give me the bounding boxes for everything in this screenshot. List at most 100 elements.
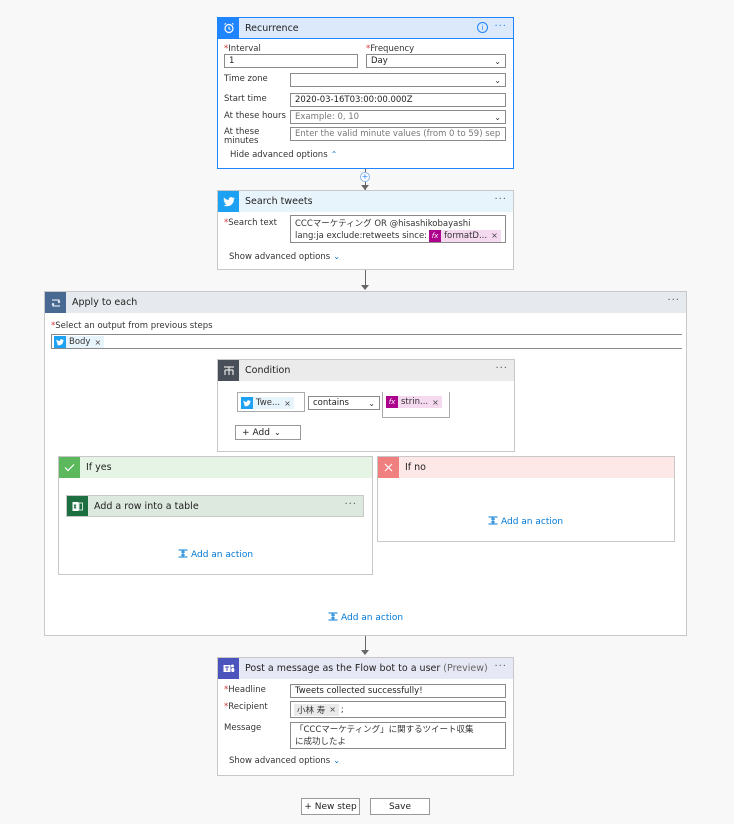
hours-select[interactable]: Example: 0, 10 ⌄: [290, 110, 506, 124]
condition-header[interactable]: Condition ···: [218, 360, 514, 381]
remove-token-icon[interactable]: ×: [329, 705, 336, 714]
if-no-header[interactable]: If no: [378, 457, 674, 478]
if-no-add-action-link[interactable]: Add an action: [488, 516, 563, 528]
select-output-input[interactable]: Body ×: [51, 334, 682, 349]
more-options-icon[interactable]: ···: [667, 295, 680, 306]
twitter-icon: [54, 336, 66, 348]
tweet-text-token[interactable]: Twe... ×: [241, 397, 294, 409]
hours-label: At these hours: [224, 111, 286, 121]
body-token[interactable]: Body ×: [54, 336, 105, 348]
recipient-token[interactable]: 小林 寿 ×: [294, 703, 339, 716]
search-text-line-1: CCCマーケティング OR @hisashikobayashi: [295, 219, 471, 229]
chevron-down-icon: ⌄: [273, 428, 281, 437]
insert-step-icon[interactable]: +: [360, 172, 370, 182]
recipient-input[interactable]: 小林 寿 × ;: [290, 701, 506, 718]
expression-token[interactable]: fx formatD... ×: [429, 230, 501, 242]
apply-to-each-title: Apply to each: [72, 297, 138, 308]
headline-label: *Headline: [224, 685, 266, 695]
chevron-down-icon: ⌄: [333, 252, 340, 261]
start-time-input[interactable]: 2020-03-16T03:00:00.000Z: [290, 93, 506, 107]
if-yes-title: If yes: [86, 462, 112, 473]
connector-arrow: [361, 650, 369, 655]
condition-left-operand[interactable]: Twe... ×: [237, 392, 305, 412]
timezone-label: Time zone: [224, 74, 268, 84]
save-button[interactable]: Save: [370, 798, 430, 815]
loop-icon: [45, 292, 66, 313]
show-advanced-options-link[interactable]: Show advanced options ⌄: [229, 252, 340, 262]
minutes-label: At these minutes: [224, 127, 260, 146]
chevron-down-icon: ⌄: [333, 756, 340, 765]
headline-input[interactable]: Tweets collected successfully!: [290, 684, 506, 698]
apply-each-add-action-link[interactable]: Add an action: [328, 612, 403, 624]
more-options-icon[interactable]: ···: [344, 499, 357, 510]
chevron-down-icon: ⌄: [494, 57, 501, 66]
start-time-label: Start time: [224, 94, 267, 104]
recurrence-header[interactable]: Recurrence i ···: [218, 17, 513, 39]
remove-token-icon[interactable]: ×: [491, 230, 498, 242]
add-action-icon: [488, 516, 498, 528]
condition-title: Condition: [245, 365, 291, 376]
remove-token-icon[interactable]: ×: [284, 399, 291, 408]
teams-post-title: Post a message as the Flow bot to a user…: [245, 663, 488, 674]
chevron-down-icon: ⌄: [494, 76, 501, 85]
info-icon[interactable]: i: [477, 22, 488, 33]
show-advanced-options-link[interactable]: Show advanced options ⌄: [229, 756, 340, 766]
remove-token-icon[interactable]: ×: [94, 338, 101, 347]
plus-icon: +: [242, 427, 250, 438]
search-tweets-header[interactable]: Search tweets ···: [218, 191, 513, 212]
twitter-icon: [241, 397, 253, 409]
add-row-card: Add a row into a table ···: [66, 495, 364, 517]
if-no-branch: If no Add an action: [377, 456, 675, 542]
message-label: Message: [224, 723, 262, 733]
condition-operator-select[interactable]: contains ⌄: [308, 396, 380, 410]
search-text-label: *Search text: [224, 218, 277, 228]
add-row-header[interactable]: Add a row into a table ···: [67, 496, 363, 516]
if-yes-add-action-link[interactable]: Add an action: [178, 549, 253, 561]
add-action-icon: [328, 612, 338, 624]
chevron-down-icon: ⌄: [368, 399, 375, 408]
close-icon: [378, 457, 399, 478]
search-tweets-title: Search tweets: [245, 196, 313, 207]
minutes-input[interactable]: Enter the valid minute values (from 0 to…: [290, 127, 506, 141]
frequency-label: *Frequency: [366, 44, 415, 54]
apply-to-each-header[interactable]: Apply to each ···: [45, 292, 686, 313]
string-expression-token[interactable]: fx strin... ×: [386, 396, 442, 408]
add-row-title: Add a row into a table: [94, 500, 199, 512]
more-options-icon[interactable]: ···: [494, 194, 507, 205]
recurrence-card: Recurrence i ··· *Interval 1 *Frequency …: [217, 17, 514, 169]
twitter-icon: [218, 191, 239, 212]
excel-icon: [67, 496, 88, 516]
select-output-label: *Select an output from previous steps: [51, 321, 213, 331]
remove-token-icon[interactable]: ×: [432, 398, 439, 407]
more-options-icon[interactable]: ···: [495, 363, 508, 374]
add-condition-button[interactable]: + Add ⌄: [235, 425, 301, 440]
teams-post-header[interactable]: Post a message as the Flow bot to a user…: [218, 658, 513, 679]
timezone-select[interactable]: ⌄: [290, 73, 506, 87]
recipient-label: *Recipient: [224, 702, 268, 712]
add-action-icon: [178, 549, 188, 561]
message-input[interactable]: 「CCCマーケティング」に関するツイート収集 に成功したよ: [290, 722, 506, 749]
frequency-select[interactable]: Day ⌄: [366, 54, 506, 68]
search-text-input[interactable]: CCCマーケティング OR @hisashikobayashi lang:ja …: [290, 215, 506, 243]
function-icon: fx: [429, 230, 442, 242]
if-no-title: If no: [405, 462, 426, 473]
connector-arrow: [361, 285, 369, 290]
recurrence-title: Recurrence: [245, 22, 299, 34]
interval-input[interactable]: 1: [224, 54, 358, 68]
condition-icon: [218, 360, 239, 381]
function-icon: fx: [386, 396, 398, 408]
search-tweets-card: Search tweets ··· *Search text CCCマーケティン…: [217, 190, 514, 270]
check-icon: [59, 457, 80, 478]
teams-icon: [218, 658, 239, 679]
if-yes-header[interactable]: If yes: [59, 457, 372, 478]
more-options-icon[interactable]: ···: [494, 661, 507, 672]
more-options-icon[interactable]: ···: [494, 21, 507, 32]
if-yes-branch: If yes Add a row into a table ··· Add an…: [58, 456, 373, 575]
message-line-1: 「CCCマーケティング」に関するツイート収集: [295, 725, 474, 735]
hide-advanced-options-link[interactable]: Hide advanced options ⌃: [230, 150, 337, 160]
message-line-2: に成功したよ: [295, 737, 347, 747]
condition-card: Condition ··· Twe... × contains ⌄ fx stri…: [217, 359, 515, 452]
search-text-line-2: lang:ja exclude:retweets since:: [295, 231, 428, 241]
new-step-button[interactable]: + New step: [301, 798, 360, 815]
condition-right-operand[interactable]: fx strin... ×: [382, 392, 450, 418]
